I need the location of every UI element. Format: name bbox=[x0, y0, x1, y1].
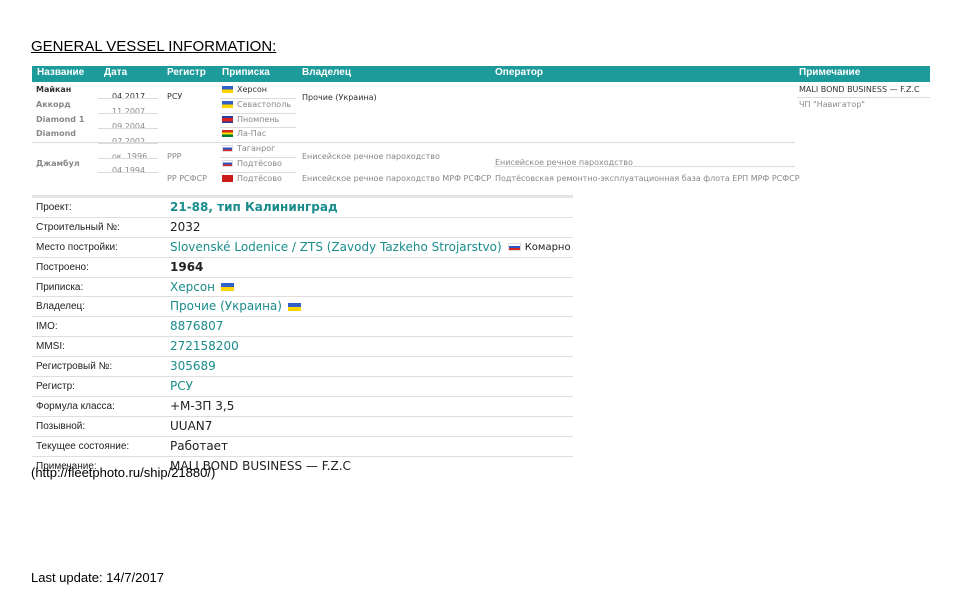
history-note: MALI BOND BUSINESS — F.Z.C bbox=[799, 85, 920, 94]
section-title: GENERAL VESSEL INFORMATION: bbox=[31, 38, 277, 55]
detail-label: Проект: bbox=[36, 202, 72, 213]
history-date: 09.2004 bbox=[112, 122, 146, 131]
col-note: Примечание bbox=[799, 67, 861, 78]
detail-label: IMO: bbox=[36, 321, 58, 333]
history-date: ок. 1996 bbox=[112, 152, 148, 161]
detail-label: Позывной: bbox=[36, 420, 86, 432]
history-port[interactable]: Севастополь bbox=[237, 100, 291, 109]
history-port[interactable]: Пномпень bbox=[237, 115, 279, 124]
status-value: Работает bbox=[170, 438, 229, 453]
class-value: +М-ЗП 3,5 bbox=[170, 398, 235, 413]
history-port[interactable]: Таганрог bbox=[237, 144, 275, 153]
detail-row-mmsi: MMSI: 272158200 bbox=[32, 337, 573, 358]
history-register[interactable]: РСУ bbox=[167, 92, 182, 101]
col-date: Дата bbox=[104, 67, 128, 78]
register-link[interactable]: РСУ bbox=[170, 379, 193, 393]
slovakia-flag bbox=[507, 243, 521, 252]
history-date: 04.1994 bbox=[112, 166, 146, 175]
mmsi-link[interactable]: 272158200 bbox=[170, 339, 239, 353]
detail-row-imo: IMO: 8876807 bbox=[32, 317, 573, 338]
detail-label: Построено: bbox=[36, 261, 89, 273]
history-operator[interactable]: Подтёсовская ремонтно-эксплуатационная б… bbox=[495, 174, 800, 183]
detail-row-reg-no: Регистровый №: 305689 bbox=[32, 357, 573, 378]
detail-row-owner: Владелец: Прочие (Украина) bbox=[32, 297, 573, 318]
history-name[interactable]: Diamond 1 bbox=[36, 115, 84, 124]
detail-row-built: Построено: 1964 bbox=[32, 258, 573, 278]
yard-link[interactable]: Slovenské Lodenice / ZTS (Zavody Tazkeho… bbox=[170, 240, 502, 254]
port-value: Херсон bbox=[170, 280, 235, 294]
russia-flag bbox=[222, 160, 233, 167]
details-table: Проект: 21-88, тип Калининград Строитель… bbox=[32, 195, 573, 475]
detail-row-status: Текущее состояние: Работает bbox=[32, 437, 573, 457]
history-port[interactable]: Подтёсово bbox=[237, 174, 282, 183]
bolivia-flag bbox=[222, 130, 233, 137]
history-register[interactable]: РРР bbox=[167, 152, 181, 161]
owner-link[interactable]: Прочие (Украина) bbox=[170, 299, 282, 313]
detail-row-class: Формула класса: +М-ЗП 3,5 bbox=[32, 397, 573, 417]
history-name[interactable]: Аккорд bbox=[36, 100, 71, 109]
detail-label: Владелец: bbox=[36, 301, 86, 313]
detail-label: MMSI: bbox=[36, 341, 65, 353]
col-operator: Оператор bbox=[495, 67, 544, 78]
ukraine-flag bbox=[287, 302, 301, 311]
history-port[interactable]: Херсон bbox=[237, 85, 267, 94]
history-header: Название Дата Регистр Приписка Владелец … bbox=[32, 66, 930, 82]
history-owner[interactable]: Енисейское речное пароходство bbox=[302, 152, 440, 161]
source-link[interactable]: (http://fleetphoto.ru/ship/21880/) bbox=[31, 465, 215, 480]
detail-row-register: Регистр: РСУ bbox=[32, 377, 573, 397]
detail-row-project: Проект: 21-88, тип Калининград bbox=[32, 195, 573, 218]
history-date: 04.2017 bbox=[112, 92, 146, 101]
built-value: 1964 bbox=[170, 259, 204, 274]
cambodia-flag bbox=[222, 116, 233, 123]
history-owner[interactable]: Енисейское речное пароходство МРФ РСФСР bbox=[302, 174, 491, 183]
reg-no-link[interactable]: 305689 bbox=[170, 359, 216, 373]
ukraine-flag bbox=[222, 101, 233, 108]
detail-row-yard: Место постройки: Slovenské Lodenice / ZT… bbox=[32, 238, 573, 258]
ukraine-flag bbox=[221, 283, 235, 292]
detail-row-port: Приписка: Херсон bbox=[32, 278, 573, 298]
history-owner[interactable]: Прочие (Украина) bbox=[302, 93, 377, 102]
callsign-value: UUAN7 bbox=[170, 418, 213, 433]
project-link[interactable]: 21-88, тип Калининград bbox=[170, 200, 338, 214]
detail-label: Регистровый №: bbox=[36, 361, 113, 373]
russia-flag bbox=[222, 145, 233, 152]
history-port[interactable]: Подтёсово bbox=[237, 159, 282, 168]
imo-link[interactable]: 8876807 bbox=[170, 319, 223, 333]
owner-value: Прочие (Украина) bbox=[170, 299, 301, 313]
port-link[interactable]: Херсон bbox=[170, 280, 215, 294]
detail-label: Строительный №: bbox=[36, 221, 120, 233]
detail-label: Место постройки: bbox=[36, 241, 118, 253]
col-register: Регистр bbox=[167, 67, 206, 78]
detail-label: Приписка: bbox=[36, 281, 84, 293]
history-table: Название Дата Регистр Приписка Владелец … bbox=[32, 66, 930, 186]
detail-row-build-no: Строительный №: 2032 bbox=[32, 218, 573, 238]
last-update: Last update: 14/7/2017 bbox=[31, 570, 165, 585]
ukraine-flag bbox=[222, 86, 233, 93]
col-name: Название bbox=[37, 67, 85, 78]
build-no-value: 2032 bbox=[170, 219, 201, 234]
history-port[interactable]: Ла-Пас bbox=[237, 129, 266, 138]
detail-label: Текущее состояние: bbox=[36, 440, 130, 452]
ussr-flag bbox=[222, 175, 233, 182]
detail-row-callsign: Позывной: UUAN7 bbox=[32, 417, 573, 437]
history-name[interactable]: Джамбул bbox=[36, 159, 80, 168]
col-owner: Владелец bbox=[302, 67, 351, 78]
history-date: 11.2007 bbox=[112, 107, 146, 116]
yard-city: Комарно bbox=[524, 241, 571, 253]
detail-label: Регистр: bbox=[36, 381, 75, 393]
history-register[interactable]: РР РСФСР bbox=[167, 174, 207, 183]
history-name[interactable]: Diamond bbox=[36, 129, 76, 138]
detail-label: Формула класса: bbox=[36, 400, 115, 412]
col-port: Приписка bbox=[222, 67, 270, 78]
yard-value: Slovenské Lodenice / ZTS (Zavody Tazkeho… bbox=[170, 240, 571, 254]
history-name[interactable]: Майкан bbox=[36, 85, 71, 94]
history-note: ЧП "Навигатор" bbox=[799, 100, 865, 109]
